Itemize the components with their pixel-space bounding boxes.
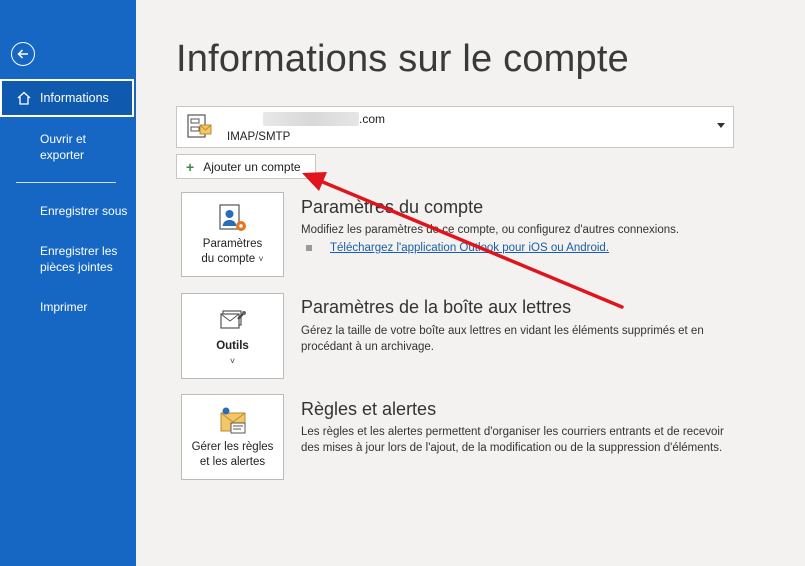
account-icon xyxy=(187,114,212,138)
chevron-down-icon: ˅ xyxy=(258,254,264,264)
tile-label-line: du compte xyxy=(201,253,256,265)
mobile-app-link-row: Téléchargez l'application Outlook pour i… xyxy=(306,242,609,254)
nav-item-open-export[interactable]: Ouvrir et exporter xyxy=(40,131,86,163)
account-type: IMAP/SMTP xyxy=(227,131,291,143)
account-selector[interactable]: .com IMAP/SMTP xyxy=(176,106,734,148)
section-title: Règles et alertes xyxy=(301,399,437,419)
add-account-label: Ajouter un compte xyxy=(203,159,301,174)
section-title: Paramètres du compte xyxy=(301,197,484,217)
section-description: Modifiez les paramètres de ce compte, ou… xyxy=(301,224,680,236)
redacted-email xyxy=(263,112,359,126)
sidebar-divider xyxy=(16,182,116,183)
plus-icon: + xyxy=(186,158,195,175)
tile-label: Outils ˅ xyxy=(182,339,283,369)
bullet-icon xyxy=(306,245,312,251)
back-arrow-icon xyxy=(17,49,28,59)
account-info-panel: Informations sur le compte .com IMAP/SMT… xyxy=(136,0,805,566)
tile-label-line: Outils xyxy=(216,340,249,352)
nav-item-label: Informations xyxy=(40,91,109,105)
nav-item-save-as[interactable]: Enregistrer sous xyxy=(40,203,127,219)
rules-alerts-icon xyxy=(220,407,246,434)
nav-item-informations[interactable]: Informations xyxy=(0,79,134,117)
back-button[interactable] xyxy=(11,42,35,66)
account-settings-button[interactable]: Paramètres du compte ˅ xyxy=(181,192,284,277)
tile-label-line: et les alertes xyxy=(199,456,266,468)
nav-item-print[interactable]: Imprimer xyxy=(40,299,87,315)
mobile-app-link[interactable]: Téléchargez l'application Outlook pour i… xyxy=(330,242,609,254)
tile-label: Paramètres du compte ˅ xyxy=(182,237,283,267)
nav-item-label: pièces jointes xyxy=(40,260,113,274)
account-settings-icon xyxy=(219,204,246,231)
tile-label-line: Paramètres xyxy=(202,238,263,250)
chevron-down-icon xyxy=(717,123,725,128)
nav-item-save-attachments[interactable]: Enregistrer les pièces jointes xyxy=(40,243,117,275)
nav-item-label: Enregistrer sous xyxy=(40,204,128,218)
backstage-sidebar: Informations Ouvrir et exporter Enregist… xyxy=(0,0,136,566)
nav-item-label: exporter xyxy=(40,148,85,162)
nav-item-label: Ouvrir et xyxy=(40,132,87,146)
section-description: Gérez la taille de votre boîte aux lettr… xyxy=(301,325,704,353)
section-title: Paramètres de la boîte aux lettres xyxy=(301,297,572,317)
tools-icon xyxy=(220,310,246,329)
page-title: Informations sur le compte xyxy=(176,38,629,80)
chevron-down-icon: ˅ xyxy=(229,356,236,366)
tools-button[interactable]: Outils ˅ xyxy=(181,293,284,379)
tile-label: Gérer les règles et les alertes xyxy=(182,440,283,470)
manage-rules-alerts-button[interactable]: Gérer les règles et les alertes xyxy=(181,394,284,480)
account-email-domain: .com xyxy=(359,112,386,126)
nav-item-label: Imprimer xyxy=(40,300,88,314)
home-icon xyxy=(17,91,31,105)
tile-label-line: Gérer les règles xyxy=(191,441,274,453)
add-account-button[interactable]: + Ajouter un compte xyxy=(176,154,316,179)
section-description: Les règles et les alertes permettent d'o… xyxy=(301,426,724,454)
nav-item-label: Enregistrer les xyxy=(40,244,118,258)
